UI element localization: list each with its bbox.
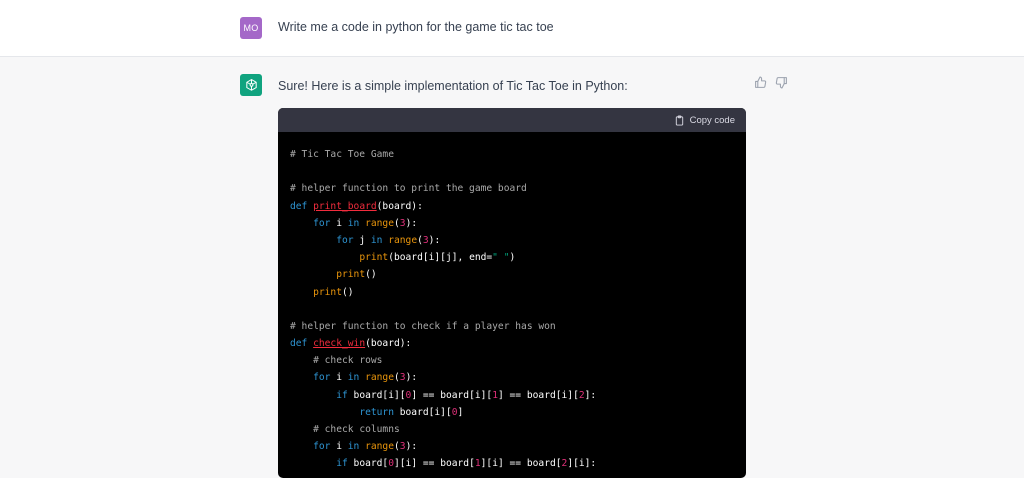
user-message-text: Write me a code in python for the game t… (278, 20, 554, 34)
code-token-builtin: range (365, 372, 394, 384)
code-token-plain: i (330, 441, 348, 453)
code-token-plain: ): (405, 372, 418, 384)
code-token-keyword: for (313, 372, 331, 384)
code-line: # helper function to print the game boar… (290, 180, 734, 197)
code-line: print(board[i][j], end=" ") (290, 249, 734, 266)
code-token-plain: (board[i][j], end= (388, 252, 493, 264)
code-line: for i in range(3): (290, 215, 734, 232)
copy-code-label: Copy code (689, 114, 735, 126)
code-token-plain: board[i][ (347, 389, 406, 401)
code-token-plain: ] == board[i][ (411, 389, 493, 401)
code-token-comment: # helper function to print the game boar… (290, 183, 527, 195)
code-token-keyword: for (313, 441, 331, 453)
code-token-builtin: print (313, 286, 342, 298)
user-message-row: MO Write me a code in python for the gam… (0, 0, 1024, 57)
code-line: # helper function to check if a player h… (290, 318, 734, 335)
user-avatar-initials: MO (243, 23, 259, 33)
code-token-plain: board[i][ (393, 406, 452, 418)
code-line: # Tic Tac Toe Game (290, 146, 734, 163)
code-token-comment: # helper function to check if a player h… (290, 320, 556, 332)
code-line: for i in range(3): (290, 369, 734, 386)
assistant-message-row: Sure! Here is a simple implementation of… (0, 57, 1024, 478)
code-token-builtin: range (365, 441, 394, 453)
code-token-plain: ): (405, 217, 418, 229)
code-token-comment: # Tic Tac Toe Game (290, 149, 394, 160)
code-line: print() (290, 284, 734, 301)
code-line: return board[i][0] (290, 404, 734, 421)
code-token-plain: (board): (376, 200, 423, 212)
code-token-keyword: for (336, 234, 354, 246)
code-token-keyword: in (370, 234, 383, 246)
code-token-builtin: range (365, 217, 394, 229)
code-token-builtin: print (336, 269, 366, 281)
code-token-plain: i (330, 372, 348, 384)
code-token-keyword: in (347, 372, 360, 384)
code-line: for i in range(3): (290, 438, 734, 455)
code-token-plain: ): (405, 441, 418, 453)
copy-code-button[interactable]: Copy code (674, 115, 735, 126)
code-token-comment: # check columns (313, 424, 400, 435)
code-token-fname: check_win (313, 338, 366, 350)
assistant-avatar (240, 74, 262, 96)
code-token-builtin: range (388, 234, 418, 246)
code-token-str: " " (492, 252, 510, 264)
code-line: if board[0][i] == board[1][i] == board[2… (290, 455, 734, 472)
code-line: def check_win(board): (290, 335, 734, 352)
code-content: # Tic Tac Toe Game # helper function to p… (278, 132, 746, 473)
code-token-comment: # check rows (313, 355, 383, 367)
code-token-keyword: if (336, 389, 348, 401)
code-line: # check rows (290, 352, 734, 369)
code-token-keyword: return (359, 406, 394, 418)
code-token-keyword: def (290, 338, 314, 350)
code-token-plain: () (365, 269, 377, 281)
code-token-plain: j (353, 234, 371, 246)
code-token-builtin: print (359, 252, 389, 264)
code-token-plain: ): (428, 234, 441, 246)
code-token-plain: ) (509, 252, 516, 264)
code-line: def print_board(board): (290, 198, 734, 215)
code-token-fname: print_board (313, 200, 377, 212)
clipboard-icon (675, 114, 683, 126)
thumbs-up-icon[interactable] (754, 76, 767, 89)
code-block-header: Copy code (278, 108, 746, 132)
code-token-keyword: in (347, 217, 360, 229)
user-avatar: MO (240, 17, 262, 39)
code-line: for j in range(3): (290, 232, 734, 249)
code-token-plain: ]: (584, 389, 597, 401)
thumbs-down-icon[interactable] (775, 76, 788, 89)
code-line: print() (290, 266, 734, 283)
code-token-plain: () (342, 286, 354, 298)
code-token-plain: (board): (365, 338, 412, 350)
code-line: # check columns (290, 421, 734, 438)
code-block: Copy code # Tic Tac Toe Game # helper fun… (278, 108, 746, 478)
openai-logo-icon (245, 78, 257, 91)
feedback-controls (754, 76, 788, 89)
assistant-message-text: Sure! Here is a simple implementation of… (278, 79, 628, 93)
code-token-plain: i (330, 217, 348, 229)
code-token-plain: ] == board[i][ (497, 389, 579, 401)
code-token-plain: ] (457, 406, 464, 418)
code-token-keyword: in (347, 441, 360, 453)
code-token-keyword: for (313, 217, 331, 229)
code-token-keyword: def (290, 200, 314, 212)
code-line: if board[i][0] == board[i][1] == board[i… (290, 387, 734, 404)
